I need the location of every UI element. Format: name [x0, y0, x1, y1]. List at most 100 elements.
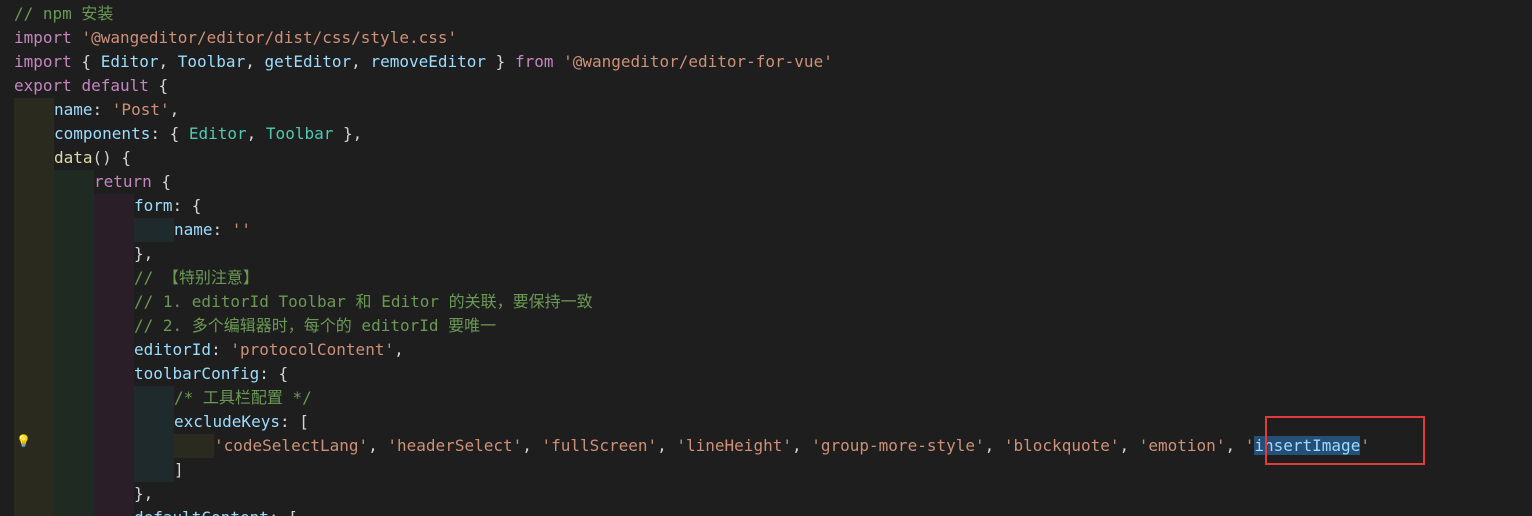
indent-guide [54, 170, 94, 194]
indent-guide [54, 362, 94, 386]
code-text: editorId: 'protocolContent', [134, 338, 404, 362]
code-token: , [169, 100, 180, 119]
code-line[interactable]: // npm 安装 [14, 2, 113, 26]
code-token: : { [150, 124, 189, 143]
code-line[interactable]: }, [14, 482, 153, 506]
code-token: { [71, 52, 101, 71]
code-token: : [211, 340, 231, 359]
code-token: { [151, 172, 172, 191]
code-line[interactable]: editorId: 'protocolContent', [14, 338, 404, 362]
indent-guide [94, 242, 134, 266]
indent-guide [94, 290, 134, 314]
indent-guide [14, 98, 54, 122]
code-token: return [94, 172, 152, 191]
code-line[interactable]: excludeKeys: [ [14, 410, 309, 434]
code-token: editorId [134, 340, 212, 359]
code-text: name: '' [174, 218, 251, 242]
indent-guide [134, 410, 174, 434]
indent-guide [54, 410, 94, 434]
code-line[interactable]: form: { [14, 194, 201, 218]
code-editor[interactable]: // npm 安装 import '@wangeditor/editor/dist… [0, 0, 1532, 516]
code-text: ] [174, 458, 184, 482]
indent-guide [14, 218, 54, 242]
code-text: excludeKeys: [ [174, 410, 309, 434]
code-token: removeEditor [370, 52, 487, 71]
indent-guide [54, 266, 94, 290]
code-text: defaultContent: [ [134, 506, 298, 516]
code-token: : [212, 220, 232, 239]
code-text: name: 'Post', [54, 98, 179, 122]
code-line[interactable]: import { Editor, Toolbar, getEditor, rem… [14, 50, 833, 74]
code-token: }, [134, 484, 154, 503]
code-line[interactable]: name: 'Post', [14, 98, 179, 122]
indent-guide [94, 266, 134, 290]
code-token: 'protocolContent' [230, 340, 395, 359]
indent-guide [14, 122, 54, 146]
code-token: , [368, 436, 388, 455]
indent-guide [94, 482, 134, 506]
indent-guide [54, 458, 94, 482]
code-text: // npm 安装 [14, 2, 113, 26]
code-line[interactable]: import '@wangeditor/editor/dist/css/styl… [14, 26, 457, 50]
code-text: }, [134, 482, 153, 506]
code-text: components: { Editor, Toolbar }, [54, 122, 362, 146]
code-token: excludeKeys [174, 412, 280, 431]
indent-guide [14, 458, 54, 482]
code-line[interactable]: // 1. editorId Toolbar 和 Editor 的关联，要保持一… [14, 290, 593, 314]
indent-guide [14, 266, 54, 290]
code-token: data [54, 148, 93, 167]
code-line[interactable]: defaultContent: [ [14, 506, 298, 516]
code-line[interactable]: name: '' [14, 218, 251, 242]
code-token: : { [259, 364, 289, 383]
code-token: , [158, 52, 178, 71]
indent-guide [54, 434, 94, 458]
code-line[interactable]: ] [14, 458, 184, 482]
code-token: }, [333, 124, 363, 143]
code-token: }, [134, 244, 154, 263]
code-line[interactable]: /* 工具栏配置 */ [14, 386, 312, 410]
code-text: form: { [134, 194, 201, 218]
indent-guide [14, 338, 54, 362]
indent-guide [54, 194, 94, 218]
indent-guide [94, 434, 134, 458]
code-token: // 1. editorId Toolbar 和 Editor 的关联，要保持一… [134, 292, 593, 311]
code-line[interactable]: }, [14, 242, 153, 266]
code-token: : { [172, 196, 202, 215]
code-text: import { Editor, Toolbar, getEditor, rem… [14, 50, 833, 74]
indent-guide [54, 242, 94, 266]
code-token: , [522, 436, 542, 455]
code-text: }, [134, 242, 153, 266]
code-line[interactable]: 'codeSelectLang', 'headerSelect', 'fullS… [14, 434, 1370, 458]
code-text: // 【特别注意】 [134, 266, 259, 290]
code-line[interactable]: // 2. 多个编辑器时，每个的 editorId 要唯一 [14, 314, 496, 338]
indent-guide [94, 314, 134, 338]
code-token: 'group-more-style' [811, 436, 985, 455]
code-text: // 1. editorId Toolbar 和 Editor 的关联，要保持一… [134, 290, 593, 314]
code-token: , [246, 124, 266, 143]
code-line[interactable]: components: { Editor, Toolbar }, [14, 122, 362, 146]
code-token: defaultContent [134, 508, 269, 516]
code-text: import '@wangeditor/editor/dist/css/styl… [14, 26, 457, 50]
code-line[interactable]: data() { [14, 146, 131, 170]
indent-guide [54, 290, 94, 314]
code-line[interactable]: toolbarConfig: { [14, 362, 288, 386]
indent-guide [94, 506, 134, 516]
code-line[interactable]: export default { [14, 74, 168, 98]
code-token: : [92, 100, 112, 119]
code-token: '' [231, 220, 252, 239]
code-line[interactable]: return { [14, 170, 171, 194]
indent-guide [54, 386, 94, 410]
code-text: data() { [54, 146, 131, 170]
indent-guide [14, 170, 54, 194]
code-token: ' [1244, 436, 1255, 455]
lightbulb-icon[interactable]: 💡 [16, 435, 31, 447]
code-text: export default { [14, 74, 168, 98]
indent-guide [54, 506, 94, 516]
code-text: return { [94, 170, 171, 194]
code-token: name [54, 100, 93, 119]
indent-guide [54, 338, 94, 362]
code-line[interactable]: // 【特别注意】 [14, 266, 259, 290]
code-token: () { [92, 148, 132, 167]
